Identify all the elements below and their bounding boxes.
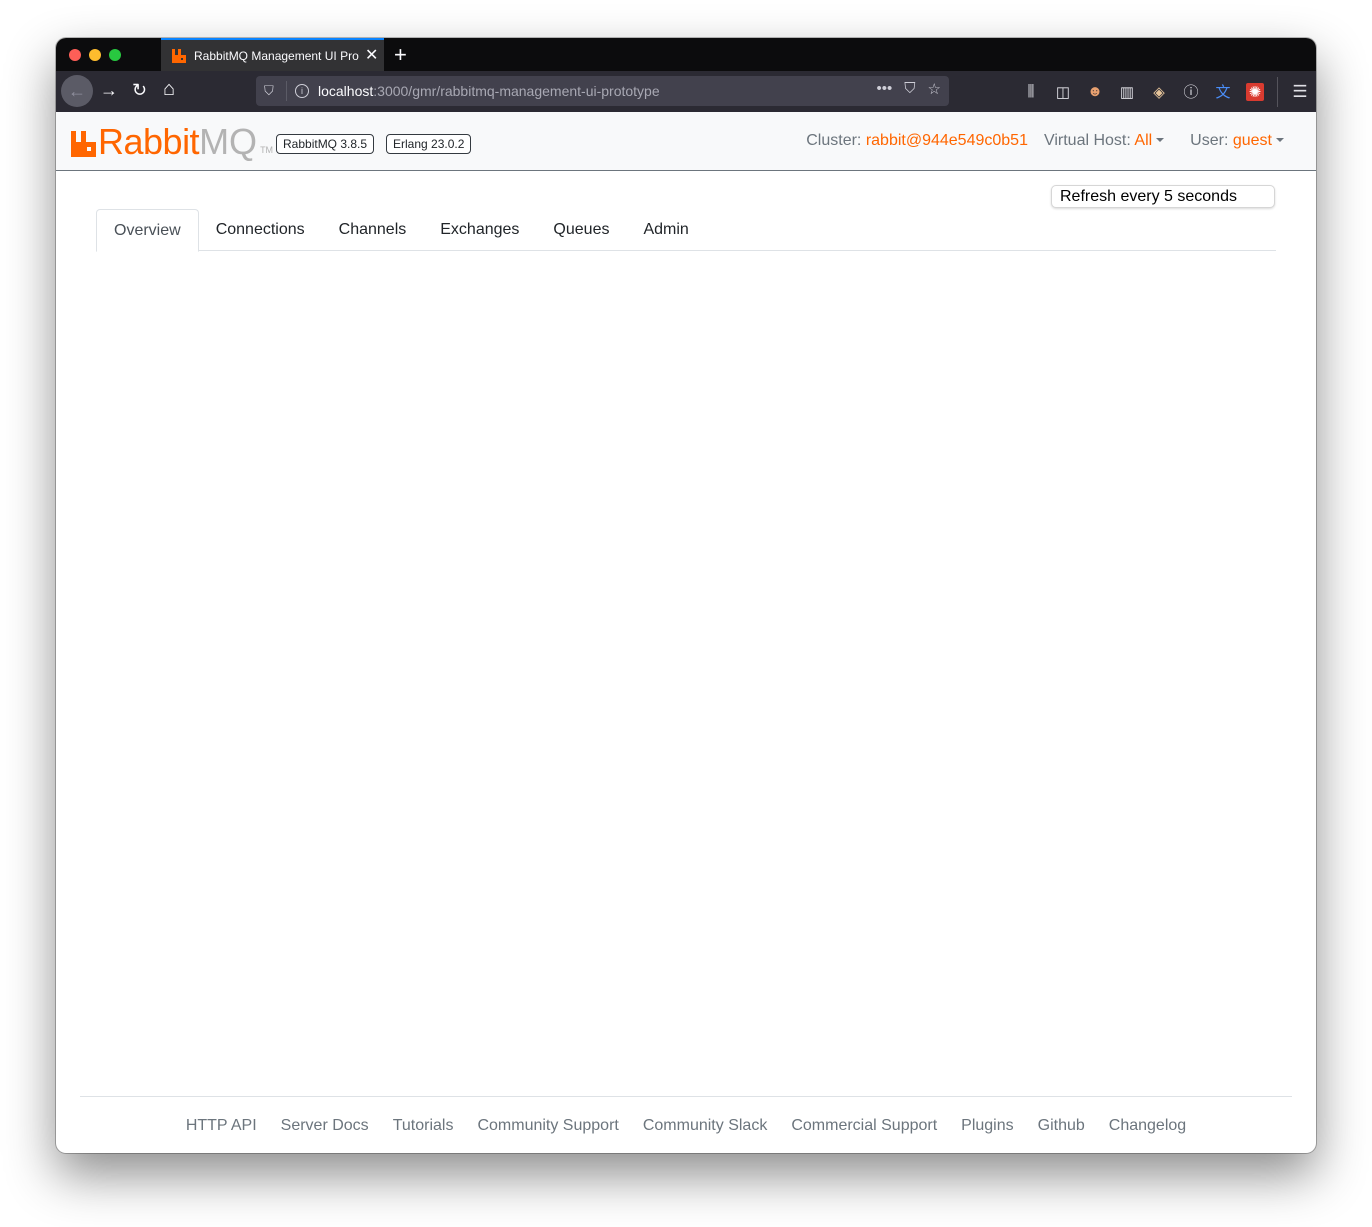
reddit-extension-icon[interactable]: ✺	[1246, 82, 1264, 101]
tab-channels[interactable]: Channels	[322, 209, 424, 251]
tab-exchanges[interactable]: Exchanges	[423, 209, 536, 251]
tab-connections[interactable]: Connections	[199, 209, 322, 251]
user-value: guest	[1232, 132, 1272, 149]
footer-link-community-slack[interactable]: Community Slack	[643, 1117, 767, 1135]
chevron-down-icon	[1276, 138, 1284, 142]
tab-admin[interactable]: Admin	[626, 209, 705, 251]
badger-extension-icon[interactable]: ◈	[1143, 83, 1175, 101]
reload-button[interactable]: ↻	[132, 80, 147, 101]
onepassword-extension-icon[interactable]: ⓘ	[1175, 81, 1207, 102]
footer-link-http-api[interactable]: HTTP API	[186, 1117, 257, 1135]
tab-overview[interactable]: Overview	[96, 209, 199, 252]
footer-link-github[interactable]: Github	[1038, 1117, 1085, 1135]
minimize-window-button[interactable]	[89, 49, 101, 61]
menu-icon[interactable]: ☰	[1284, 82, 1316, 102]
vhost-label: Virtual Host:	[1043, 132, 1131, 149]
back-button[interactable]: ←	[61, 75, 93, 107]
navigation-toolbar: ← → ↻ ⌂ ⛉ i localhost :3000/gmr/rabbitmq…	[56, 71, 1316, 112]
vhost-value: All	[1134, 132, 1153, 149]
chevron-down-icon	[1156, 138, 1165, 142]
url-host: localhost	[318, 83, 374, 99]
footer-link-community-support[interactable]: Community Support	[477, 1117, 618, 1135]
site-info-icon[interactable]: i	[295, 84, 309, 98]
user-label: User:	[1190, 132, 1229, 149]
translate-extension-icon[interactable]: 文	[1207, 81, 1239, 102]
browser-window: RabbitMQ Management UI Prototype ✕ + ← →…	[56, 38, 1316, 1153]
forward-button[interactable]: →	[100, 80, 118, 101]
page-actions-icon[interactable]: •••	[877, 80, 893, 98]
footer-link-server-docs[interactable]: Server Docs	[281, 1117, 369, 1135]
footer-link-changelog[interactable]: Changelog	[1109, 1117, 1186, 1135]
profile-extension-icon[interactable]: ☻	[1079, 83, 1111, 100]
rabbitmq-favicon-icon	[171, 48, 187, 64]
tab-strip: RabbitMQ Management UI Prototype ✕ +	[56, 38, 1316, 71]
logo-text-mq: MQ	[199, 121, 258, 162]
logo-text-rabbit: Rabbit	[98, 121, 200, 162]
cluster-value: rabbit@944e549c0b51	[865, 132, 1028, 149]
new-tab-button[interactable]: +	[394, 42, 407, 68]
main-nav-tabs: Overview Connections Channels Exchanges …	[96, 209, 1276, 252]
refresh-interval-select[interactable]: Refresh every 5 seconds	[1051, 185, 1275, 208]
toolbar-divider	[1277, 76, 1278, 107]
bookmark-star-icon[interactable]: ☆	[928, 80, 941, 98]
erlang-version-badge: Erlang 23.0.2	[386, 134, 472, 154]
footer-link-tutorials[interactable]: Tutorials	[393, 1117, 454, 1135]
window-controls	[69, 49, 121, 61]
url-path: :3000/gmr/rabbitmq-management-ui-prototy…	[373, 83, 660, 99]
home-button[interactable]: ⌂	[163, 78, 175, 101]
rabbitmq-logo[interactable]: Rabbit MQ TM	[71, 121, 274, 162]
footer-link-commercial-support[interactable]: Commercial Support	[791, 1117, 937, 1135]
zoom-window-button[interactable]	[109, 49, 121, 61]
pocket-icon[interactable]: ⛉	[904, 80, 915, 98]
rabbitmq-logo-icon	[71, 131, 96, 157]
bookmarks-extension-icon[interactable]: ▥	[1111, 83, 1143, 101]
footer-link-plugins[interactable]: Plugins	[961, 1117, 1013, 1135]
footer: HTTP API Server Docs Tutorials Community…	[80, 1096, 1292, 1135]
header-context: Cluster: rabbit@944e549c0b51 Virtual Hos…	[806, 132, 1284, 150]
sidebar-icon[interactable]: ◫	[1047, 83, 1079, 101]
cluster-info: Cluster: rabbit@944e549c0b51	[806, 132, 1028, 150]
url-divider	[286, 81, 287, 101]
close-tab-icon[interactable]: ✕	[365, 47, 378, 64]
logo-trademark: TM	[260, 145, 274, 155]
tab-queues[interactable]: Queues	[536, 209, 626, 251]
url-bar[interactable]: ⛉ i localhost :3000/gmr/rabbitmq-managem…	[256, 76, 949, 106]
extensions-toolbar: ⫼ ◫ ☻ ▥ ◈ ⓘ 文 ✺ ☰	[1015, 71, 1316, 112]
footer-links: HTTP API Server Docs Tutorials Community…	[80, 1097, 1292, 1135]
browser-tab[interactable]: RabbitMQ Management UI Prototype ✕	[161, 38, 384, 71]
vhost-dropdown[interactable]: Virtual Host: All	[1043, 132, 1165, 150]
library-icon[interactable]: ⫼	[1015, 83, 1047, 100]
tab-title: RabbitMQ Management UI Prototype	[194, 48, 359, 63]
app-header: Rabbit MQ TM RabbitMQ 3.8.5 Erlang 23.0.…	[56, 112, 1316, 171]
user-dropdown[interactable]: User: guest	[1190, 132, 1284, 150]
rabbitmq-version-badge: RabbitMQ 3.8.5	[276, 134, 375, 154]
cluster-label: Cluster:	[806, 132, 862, 149]
close-window-button[interactable]	[69, 49, 81, 61]
tracking-protection-icon[interactable]: ⛉	[264, 83, 278, 99]
